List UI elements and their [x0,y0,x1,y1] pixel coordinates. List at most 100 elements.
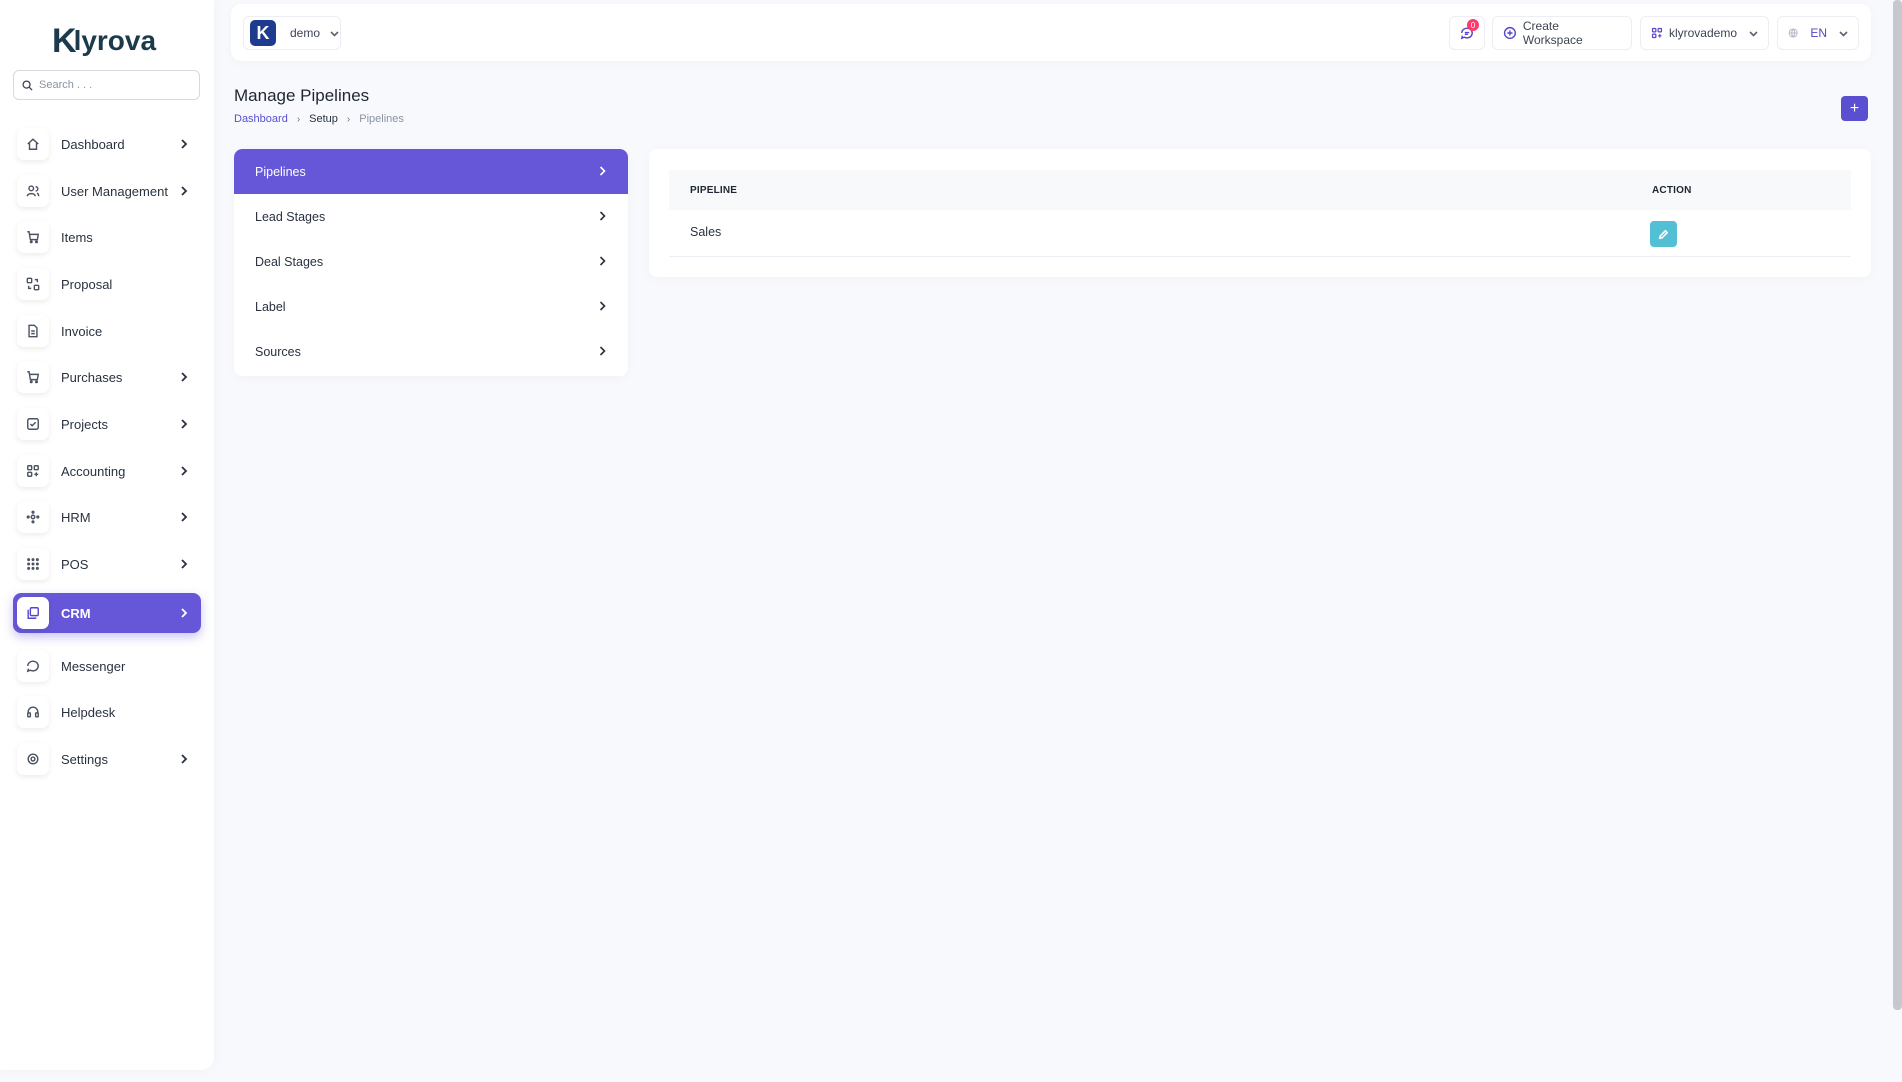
page-scrollbar[interactable] [1893,0,1902,1010]
sidebar-item-invoice[interactable]: Invoice [13,311,201,351]
setup-item-pipelines[interactable]: Pipelines [234,149,628,194]
sidebar-item-messenger[interactable]: Messenger [13,646,201,686]
setup-item-sources[interactable]: Sources [234,329,628,374]
chevron-right-icon [177,754,191,764]
breadcrumb-setup: Setup [309,113,338,125]
chevron-right-icon: › [296,113,301,125]
swap-icon [17,268,49,300]
sidebar-item-projects[interactable]: Projects [13,404,201,444]
search-input[interactable] [39,79,189,91]
chevron-right-icon [177,608,191,618]
sidebar-item-crm[interactable]: CRM [13,593,201,633]
breadcrumb-dashboard[interactable]: Dashboard [234,113,288,125]
users-icon [17,175,49,207]
breadcrumb-current: Pipelines [359,113,404,125]
sidebar-item-pos[interactable]: POS [13,544,201,584]
home-icon [17,128,49,160]
sidebar-item-purchases[interactable]: Purchases [13,357,201,397]
chevron-right-icon [177,466,191,476]
create-workspace-button[interactable]: Create Workspace [1492,16,1632,50]
sidebar-item-label: POS [61,556,89,572]
sidebar-item-label: Invoice [61,323,103,339]
table-header: PIPELINE ACTION [669,170,1851,210]
checkbox-icon [17,408,49,440]
logo-mark: K [52,21,77,60]
brand-logo[interactable]: K lyrova [52,22,156,60]
sidebar-item-label: Helpdesk [61,704,116,720]
sidebar-item-helpdesk[interactable]: Helpdesk [13,692,201,732]
setup-item-deal-stages[interactable]: Deal Stages [234,239,628,284]
setup-item-label: Lead Stages [255,209,326,224]
workspace-switcher[interactable]: K demo [243,16,341,50]
page-title: Manage Pipelines [234,86,370,105]
create-workspace-label: Create Workspace [1522,19,1583,47]
messages-button[interactable]: 0 [1449,16,1485,50]
chevron-down-icon [1839,26,1848,40]
language-selector[interactable]: EN [1777,16,1859,50]
user-name: klyrovademo [1668,26,1737,40]
top-header: K demo 0 Create Workspace klyrovademo EN [231,4,1871,61]
pipelines-table-card: PIPELINE ACTION Sales [649,149,1871,277]
plus-circle-icon [1503,26,1516,40]
setup-item-label[interactable]: Label [234,284,628,329]
sidebar-item-proposal[interactable]: Proposal [13,264,201,304]
setup-item-label: Pipelines [255,164,306,179]
search-icon [22,79,33,91]
sidebar-item-label: Settings [61,751,108,767]
setup-item-lead-stages[interactable]: Lead Stages [234,194,628,239]
sidebar-item-hrm[interactable]: HRM [13,497,201,537]
table-row: Sales [669,210,1851,257]
chevron-right-icon [177,559,191,569]
chevron-down-icon [1749,26,1758,40]
logo-text: lyrova [73,25,157,56]
sidebar-item-items[interactable]: Items [13,217,201,257]
pipeline-name: Sales [690,225,722,239]
apps-icon [1651,27,1663,39]
chevron-right-icon [177,512,191,522]
chevron-right-icon [599,345,606,359]
sidebar-item-dashboard[interactable]: Dashboard [13,124,201,164]
setup-menu: Pipelines Lead Stages Deal Stages Label … [234,149,628,376]
sidebar-item-label: Purchases [61,369,123,385]
edit-button[interactable] [1650,221,1677,247]
chevron-right-icon [177,139,191,149]
sidebar-item-settings[interactable]: Settings [13,739,201,779]
workspace-avatar: K [250,20,276,46]
file-icon [17,315,49,347]
sidebar-item-label: User Management [61,183,168,199]
sidebar-item-label: Dashboard [61,136,125,152]
chevron-down-icon [330,24,339,42]
sidebar-item-label: Messenger [61,658,126,674]
sidebar-item-label: HRM [61,509,91,525]
sidebar-item-accounting[interactable]: Accounting [13,451,201,491]
sidebar-search[interactable] [13,70,200,100]
sidebar-item-label: Proposal [61,276,113,292]
setup-item-label-text: Label [255,299,286,314]
chevron-right-icon [599,210,606,224]
workspace-name: demo [290,26,321,40]
column-header-action: ACTION [1652,184,1692,196]
chevron-right-icon [177,372,191,382]
user-menu-button[interactable]: klyrovademo [1640,16,1769,50]
layers-icon [17,597,49,629]
add-pipeline-button[interactable]: + [1841,96,1868,121]
sidebar: K lyrova Dashboard User Management Items… [0,0,214,1070]
headset-icon [17,696,49,728]
chevron-right-icon [599,255,606,269]
column-header-pipeline: PIPELINE [690,184,738,196]
chevron-right-icon: › [346,113,351,125]
sidebar-item-user-management[interactable]: User Management [13,171,201,211]
notification-badge: 0 [1467,19,1479,31]
cart-icon [17,221,49,253]
chevron-right-icon [599,165,606,179]
network-icon [17,501,49,533]
setup-item-label: Deal Stages [255,254,324,269]
language-label: EN [1810,26,1827,40]
sidebar-item-label: Projects [61,416,108,432]
chevron-right-icon [177,186,191,196]
plus-icon: + [1849,99,1860,117]
gear-icon [17,743,49,775]
sidebar-item-label: Items [61,229,93,245]
breadcrumb: Dashboard › Setup › Pipelines [234,113,404,125]
setup-item-label: Sources [255,344,301,359]
